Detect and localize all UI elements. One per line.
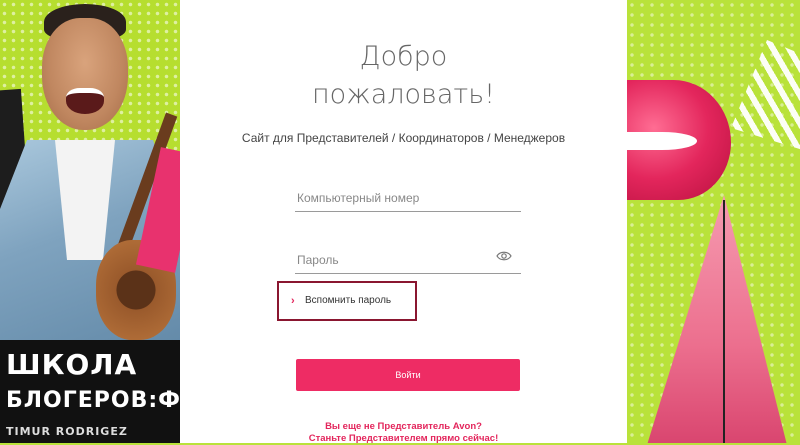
right-promo-panel [627, 0, 800, 443]
welcome-heading: Добро пожаловать! [180, 38, 627, 114]
login-card: Добро пожаловать! Сайт для Представителе… [180, 0, 627, 445]
poster-person-mouth [66, 88, 104, 114]
computer-number-input[interactable] [295, 184, 521, 212]
forgot-password-label: Вспомнить пароль [305, 295, 392, 306]
login-button[interactable]: Войти [296, 359, 520, 391]
chevron-right-icon: › [291, 295, 295, 307]
welcome-line-2: пожаловать! [312, 79, 495, 110]
sail-decoration [647, 195, 787, 443]
lips-teeth-decoration [627, 132, 697, 150]
become-representative-block: Вы еще не Представитель Avon? Станьте Пр… [180, 421, 627, 445]
poster-title-line-1: ШКОЛА [6, 348, 138, 381]
welcome-line-1: Добро [359, 41, 448, 72]
eye-icon[interactable] [496, 250, 512, 262]
password-input[interactable] [295, 246, 521, 274]
palm-leaf-decoration [731, 40, 800, 150]
poster-title-line-2: БЛОГЕРОВ:ФО [6, 388, 180, 413]
become-representative-link[interactable]: Станьте Представителем прямо сейчас! [180, 433, 627, 445]
left-promo-poster: ШКОЛА БЛОГЕРОВ:ФО TIMUR RODRIGEZ [0, 0, 180, 443]
poster-title-line-3: TIMUR RODRIGEZ [6, 425, 128, 438]
site-subtitle: Сайт для Представителей / Координаторов … [241, 131, 566, 145]
forgot-password-link[interactable]: › Вспомнить пароль [277, 281, 417, 321]
sail-mast-decoration [723, 200, 725, 443]
not-representative-link[interactable]: Вы еще не Представитель Avon? [180, 421, 627, 433]
